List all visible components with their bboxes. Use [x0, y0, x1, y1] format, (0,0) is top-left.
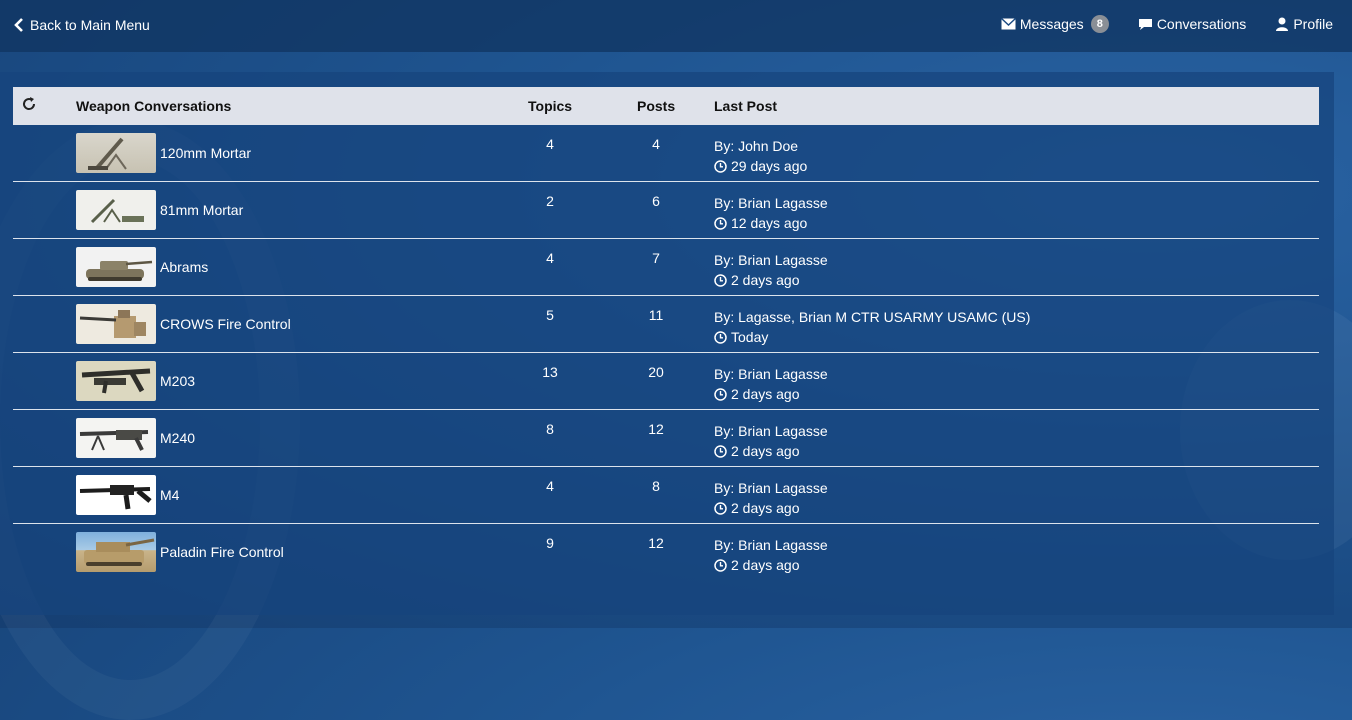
last-post: By: Lagasse, Brian M CTR USARMY USAMC (U…	[714, 307, 1030, 347]
last-post-author: By: Brian Lagasse	[714, 537, 828, 553]
table-row[interactable]: CROWS Fire Control 5 11 By: Lagasse, Bri…	[13, 296, 1319, 353]
weapon-conversations-table: Weapon Conversations Topics Posts Last P…	[13, 87, 1319, 580]
rifle-launcher-thumbnail	[76, 361, 156, 401]
table-row[interactable]: M240 8 12 By: Brian Lagasse 2 days ago	[13, 410, 1319, 467]
conversation-name-link[interactable]: M240	[160, 430, 195, 446]
last-post: By: John Doe 29 days ago	[714, 136, 807, 176]
last-post: By: Brian Lagasse 2 days ago	[714, 364, 828, 404]
last-post-time: 29 days ago	[731, 158, 808, 174]
posts-count: 7	[652, 250, 660, 266]
envelope-icon	[1000, 18, 1016, 30]
last-post-time: 2 days ago	[731, 443, 800, 459]
posts-count: 12	[648, 535, 664, 551]
last-post: By: Brian Lagasse 2 days ago	[714, 250, 828, 290]
conversation-name-link[interactable]: CROWS Fire Control	[160, 316, 291, 332]
conversation-name-link[interactable]: 120mm Mortar	[160, 145, 251, 161]
back-to-main-menu-link[interactable]: Back to Main Menu	[14, 17, 150, 33]
mortar-thumbnail	[76, 190, 156, 230]
table-row[interactable]: Paladin Fire Control 9 12 By: Brian Laga…	[13, 524, 1319, 580]
last-post: By: Brian Lagasse 2 days ago	[714, 478, 828, 518]
posts-count: 4	[652, 136, 660, 152]
topics-count: 4	[546, 478, 554, 494]
last-post-time: 2 days ago	[731, 272, 800, 288]
howitzer-thumbnail	[76, 532, 156, 572]
clock-icon	[714, 159, 727, 173]
header-topics: Topics	[528, 98, 573, 114]
last-post-time: 2 days ago	[731, 386, 800, 402]
top-navigation-bar: Back to Main Menu Messages 8 Conversatio…	[0, 0, 1352, 52]
table-row[interactable]: 120mm Mortar 4 4 By: John Doe 29 days ag…	[13, 125, 1319, 182]
last-post-time: 2 days ago	[731, 500, 800, 516]
conversation-name-link[interactable]: 81mm Mortar	[160, 202, 243, 218]
topics-count: 4	[546, 250, 554, 266]
header-last-post: Last Post	[714, 98, 778, 114]
posts-count: 6	[652, 193, 660, 209]
table-row[interactable]: 81mm Mortar 2 6 By: Brian Lagasse 12 day…	[13, 182, 1319, 239]
posts-count: 20	[648, 364, 664, 380]
topics-count: 9	[546, 535, 554, 551]
last-post: By: Brian Lagasse 12 days ago	[714, 193, 828, 233]
conversation-name-link[interactable]: Paladin Fire Control	[160, 544, 284, 560]
posts-count: 11	[648, 307, 664, 323]
clock-icon	[714, 501, 727, 515]
last-post-time: Today	[731, 329, 769, 345]
conversations-link[interactable]: Conversations	[1138, 16, 1247, 32]
clock-icon	[714, 444, 727, 458]
conversation-name-link[interactable]: M203	[160, 373, 195, 389]
clock-icon	[714, 273, 727, 287]
topics-count: 13	[542, 364, 558, 380]
clock-icon	[714, 330, 727, 344]
messages-label: Messages	[1019, 16, 1084, 32]
clock-icon	[714, 558, 727, 572]
tank-thumbnail	[76, 247, 156, 287]
back-link-label: Back to Main Menu	[30, 17, 150, 33]
topics-count: 8	[546, 421, 554, 437]
table-header: Weapon Conversations Topics Posts Last P…	[13, 87, 1319, 125]
last-post-time: 2 days ago	[731, 557, 800, 573]
user-icon	[1276, 17, 1289, 31]
clock-icon	[714, 216, 727, 230]
last-post: By: Brian Lagasse 2 days ago	[714, 421, 828, 461]
posts-count: 8	[652, 478, 660, 494]
table-row[interactable]: Abrams 4 7 By: Brian Lagasse 2 days ago	[13, 239, 1319, 296]
topics-count: 2	[546, 193, 554, 209]
last-post-author: By: Brian Lagasse	[714, 366, 828, 382]
conversation-name-link[interactable]: Abrams	[160, 259, 208, 275]
mortar-thumbnail	[76, 133, 156, 173]
clock-icon	[714, 387, 727, 401]
last-post-time: 12 days ago	[731, 215, 808, 231]
comment-icon	[1138, 18, 1152, 30]
topics-count: 4	[546, 136, 554, 152]
conversations-panel: Weapon Conversations Topics Posts Last P…	[0, 72, 1334, 615]
profile-label: Profile	[1293, 16, 1333, 32]
last-post-author: By: Brian Lagasse	[714, 480, 828, 496]
header-posts: Posts	[637, 98, 676, 114]
last-post-author: By: John Doe	[714, 138, 799, 154]
refresh-icon[interactable]	[21, 96, 37, 112]
posts-count: 12	[648, 421, 664, 437]
table-row[interactable]: M203 13 20 By: Brian Lagasse 2 days ago	[13, 353, 1319, 410]
last-post-author: By: Brian Lagasse	[714, 423, 828, 439]
conversation-name-link[interactable]: M4	[160, 487, 179, 503]
header-weapon-conversations: Weapon Conversations	[76, 98, 232, 114]
conversations-label: Conversations	[1156, 16, 1247, 32]
last-post-author: By: Lagasse, Brian M CTR USARMY USAMC (U…	[714, 309, 1031, 325]
rifle-thumbnail	[76, 475, 156, 515]
machine-gun-thumbnail	[76, 418, 156, 458]
turret-thumbnail	[76, 304, 156, 344]
table-row[interactable]: M4 4 8 By: Brian Lagasse 2 days ago	[13, 467, 1319, 524]
chevron-left-icon	[14, 18, 23, 32]
profile-link[interactable]: Profile	[1275, 16, 1333, 32]
messages-link[interactable]: Messages 8	[1000, 15, 1109, 33]
messages-count-badge: 8	[1090, 15, 1109, 33]
last-post-author: By: Brian Lagasse	[714, 195, 828, 211]
topics-count: 5	[546, 307, 554, 323]
last-post-author: By: Brian Lagasse	[714, 252, 828, 268]
last-post: By: Brian Lagasse 2 days ago	[714, 535, 828, 575]
user-nav: Messages 8 Conversations Profile	[1000, 15, 1352, 33]
